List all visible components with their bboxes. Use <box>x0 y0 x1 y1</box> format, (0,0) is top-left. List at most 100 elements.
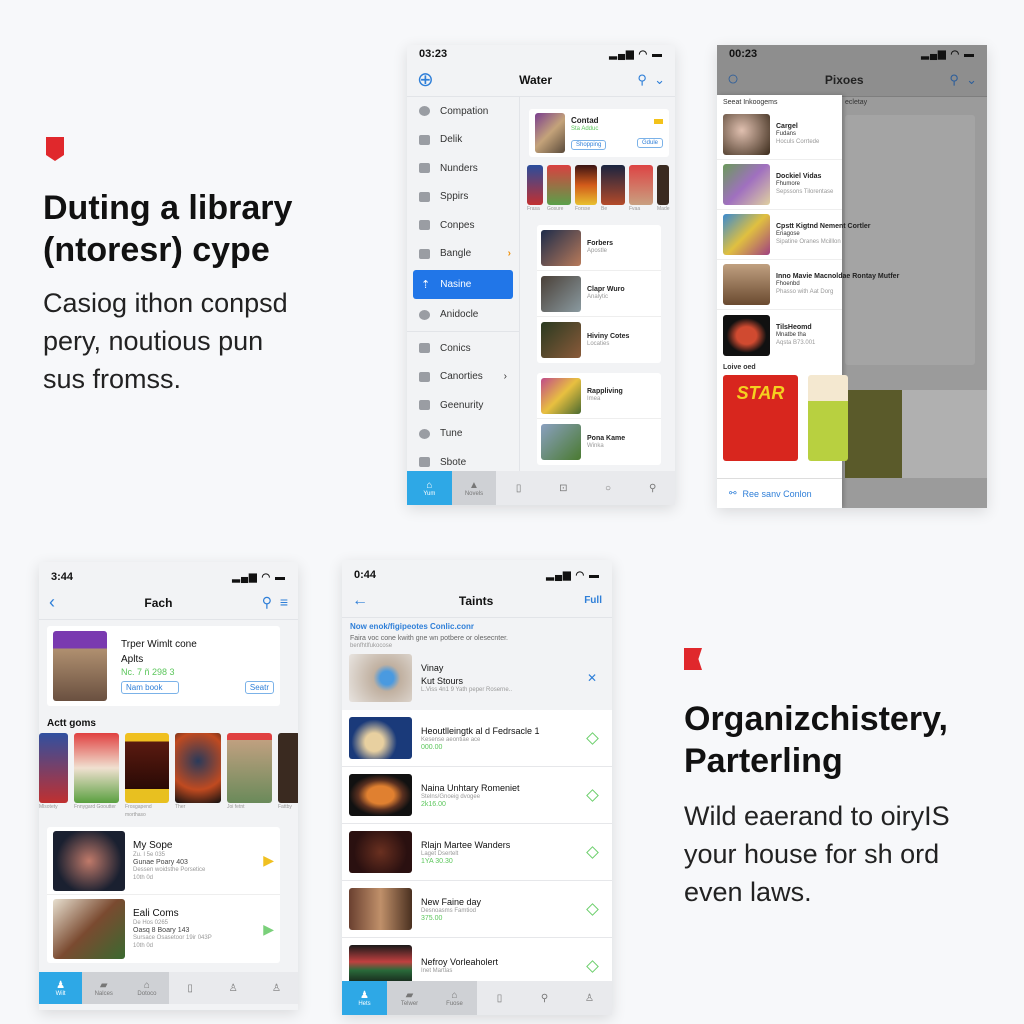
tab-home[interactable]: ♟ Hets <box>342 981 387 1015</box>
see-all-link[interactable]: ⚯ Ree sanv Conlon <box>717 478 842 508</box>
list-item[interactable]: Hiviny Cotes Locaties <box>537 317 661 363</box>
text-label: L.Viss 4n1 9 Yath peper Roserne.. <box>421 686 513 693</box>
sidebar-item[interactable]: Conics <box>407 334 519 363</box>
back-arrow-icon[interactable]: ← <box>352 592 368 610</box>
cover[interactable]: Gosure <box>547 165 571 213</box>
search-menu-icons[interactable]: ⚲ ≡ <box>262 594 288 611</box>
sidebar-item-selected[interactable]: ⇡ Nasine <box>413 270 513 299</box>
tab-novels[interactable]: ▲ Novels <box>451 471 497 505</box>
thumbnail-image <box>541 424 581 460</box>
search-result[interactable]: Cpstt Kigtnd Nement Cortler Eriagose Sipat… <box>717 210 871 260</box>
featured-button[interactable]: Gdule <box>636 137 663 148</box>
tab-documents[interactable]: ▯ <box>496 471 541 505</box>
full-button[interactable]: Full <box>584 595 602 606</box>
list-item[interactable]: Forbers Apostle <box>537 225 661 271</box>
list-group: Forbers Apostle Clapr Wuro Analytic Hiviny… <box>537 225 661 363</box>
tab-documents[interactable]: ▯ <box>477 981 522 1015</box>
list-item[interactable]: Rappliving Imea <box>537 373 661 419</box>
sidebar-item[interactable]: Canorties › <box>407 363 519 392</box>
container: ⌂ <box>426 479 433 491</box>
body-line: Casiog ithon conpsd <box>43 288 288 318</box>
diamond-icon[interactable] <box>586 788 599 802</box>
cover[interactable]: Fattby <box>278 733 298 811</box>
sidebar-item[interactable]: Anidocle <box>407 301 519 330</box>
back-icon[interactable]: ‹ <box>49 592 55 613</box>
add-icon[interactable]: ⊕ <box>417 67 434 92</box>
close-icon[interactable]: ✕ <box>587 671 597 685</box>
tab-profile[interactable]: ♙ <box>255 972 298 1004</box>
tab-profile[interactable]: ⚲ <box>630 471 675 505</box>
headline-left: Duting a library (ntoresr) cype <box>43 187 292 271</box>
text-label: Frosgapend morthaso <box>125 804 152 818</box>
sidebar-item[interactable]: Geenurity <box>407 391 519 420</box>
cover[interactable]: Joi fetnt <box>227 733 272 811</box>
tab-search[interactable]: ○ <box>586 471 631 505</box>
cover[interactable]: Mlsotety <box>39 733 68 811</box>
container: Trper Wimlt cone Aplts Nc. 7 ñ 298 3 Nam… <box>113 639 274 694</box>
thumbnail-image <box>349 888 412 930</box>
list-item[interactable]: Naina Unhtary Romeniet Stelns/Gnoeig dvog… <box>342 767 612 824</box>
sidebar-item[interactable]: Sppirs <box>407 183 519 212</box>
tab-notices[interactable]: ▰ Nalces <box>82 972 126 1004</box>
search-result[interactable]: TilsHeomd Mnatbe tha Aqsta B73.001 <box>717 310 842 360</box>
tab-documents[interactable]: ▯ <box>169 972 212 1004</box>
highlighted-item[interactable]: Vinay Kut Stours L.Viss 4n1 9 Yath peper R… <box>342 650 612 706</box>
list-item[interactable]: My Sope Zu. I 5e 035 Gunae Poary 403 Dessen… <box>47 827 280 895</box>
cover[interactable]: Frosgapend morthaso <box>125 733 169 819</box>
tab-home[interactable]: ⌂ Yum <box>407 471 452 505</box>
cover[interactable]: Forsse <box>575 165 597 213</box>
cover-image <box>53 631 107 701</box>
cover[interactable] <box>808 375 848 461</box>
tab-home[interactable]: ♟ Wilt <box>39 972 83 1004</box>
text-label: Gosure <box>547 206 564 212</box>
tab-store[interactable]: ⌂ Fuose <box>432 981 477 1015</box>
list-item[interactable]: Eali Coms De Hos 0265 Oasq 8 Boary 143 Surs… <box>47 895 280 963</box>
search-result[interactable]: Cargel Fudans Hoculs Corrtede <box>717 110 842 160</box>
circle-icon[interactable]: ○ <box>727 68 739 91</box>
tab-store[interactable]: ⌂ Dotoco <box>125 972 169 1004</box>
sidebar-item[interactable]: Compation <box>407 97 519 126</box>
thumbnail-image <box>541 377 581 414</box>
sidebar-label: Bangle <box>440 248 472 260</box>
headline-line: Parterling <box>684 742 843 780</box>
tab-lock[interactable]: ▰ Telwer <box>387 981 432 1015</box>
list-item[interactable]: New Faine day Desnoasms Famtiod 375.00 <box>342 881 612 938</box>
tab-search[interactable]: ⚲ <box>522 981 567 1015</box>
list-item[interactable]: Rlajn Martee Wanders Laget Dsertelt 1YA 30… <box>342 824 612 881</box>
cover[interactable]: Made <box>657 165 670 213</box>
text-label: Apostle <box>587 248 608 254</box>
search-result[interactable]: Inno Mavie Macnoldae Rontay Mutfer Fhoenb… <box>717 260 899 310</box>
cover[interactable]: Fnnygard Gooutter <box>74 733 119 811</box>
text-label: Ther <box>175 804 186 810</box>
featured-card[interactable]: Contad Sta Adduc Shopping Gdule <box>529 109 669 157</box>
banner-link[interactable]: Now enok/figipeotes Conlic.conr <box>350 622 604 631</box>
featured-button[interactable]: Seatr <box>244 680 274 694</box>
diamond-icon[interactable] <box>586 731 599 745</box>
cover[interactable]: Frasa <box>527 165 543 213</box>
sidebar-item[interactable]: Nunders <box>407 154 519 183</box>
search-icon[interactable]: ⚲ ⌄ <box>949 72 977 88</box>
cover-star[interactable]: STAR <box>723 375 798 461</box>
featured-card[interactable]: Trper Wimlt cone Aplts Nc. 7 ñ 298 3 Nam… <box>47 626 280 706</box>
cover[interactable]: Fvaa <box>629 165 653 213</box>
tab-profile[interactable]: ♙ <box>567 981 612 1015</box>
sidebar-item[interactable]: Delik <box>407 126 519 155</box>
tab-account[interactable]: ♙ <box>212 972 255 1004</box>
diamond-icon[interactable] <box>586 902 599 916</box>
cover[interactable]: Be <box>601 165 625 213</box>
tab-library[interactable]: ⊡ <box>541 471 586 505</box>
cover[interactable]: Ther <box>175 733 221 811</box>
list-item[interactable]: Clapr Wuro Analytic <box>537 271 661 317</box>
shopping-field[interactable]: Shopping <box>571 139 607 150</box>
search-result[interactable]: Dockiel Vidas Fhumore Sepssons Tilorentase <box>717 160 842 210</box>
sidebar-item[interactable]: Conpes <box>407 211 519 240</box>
list-item[interactable]: Heoutlleingtk al d Fedrsacle 1 Kesense ae… <box>342 710 612 767</box>
diamond-icon[interactable] <box>586 845 599 859</box>
list-item[interactable]: Pona Kame Winka <box>537 419 661 465</box>
sidebar-item[interactable]: Tune <box>407 420 519 449</box>
container: Gdule <box>636 118 663 148</box>
diamond-icon[interactable] <box>586 959 599 973</box>
search-icon[interactable]: ⚲ ⌄ <box>637 72 665 88</box>
book-field[interactable]: Nam book <box>121 680 179 694</box>
sidebar-item[interactable]: Bangle › <box>407 240 519 269</box>
